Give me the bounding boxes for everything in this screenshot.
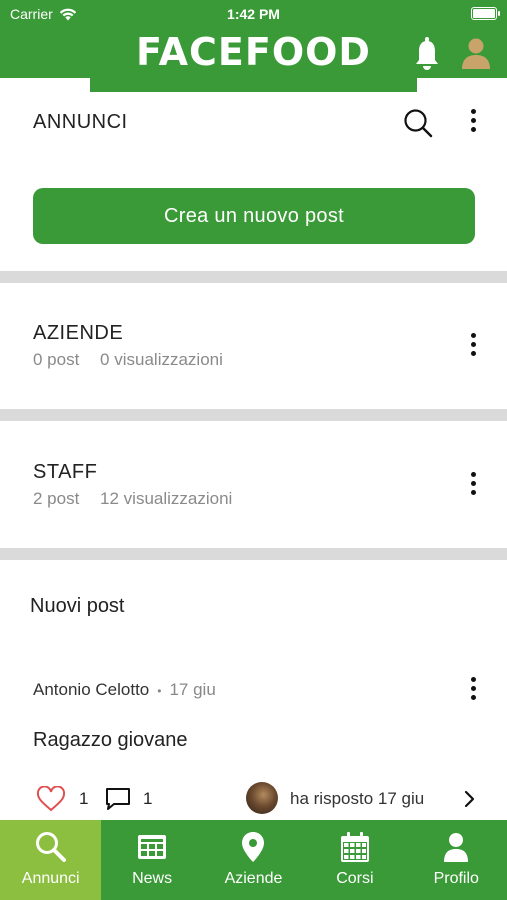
create-post-button[interactable]: Crea un nuovo post [33,188,475,244]
reply-text: ha risposto 17 giu [290,789,425,808]
view-count: 0 visualizzazioni [100,350,223,369]
app-header: Carrier 1:42 PM FACEFOOD [0,0,507,78]
section-divider [0,548,507,560]
post-count: 2 post [33,489,80,508]
avatar[interactable] [246,782,278,814]
post-date: 17 giu [169,680,216,699]
like-count: 1 [79,789,89,808]
heart-icon[interactable] [36,786,66,812]
tab-news[interactable]: News [101,820,202,900]
category-title-staff[interactable]: STAFF [33,461,97,484]
view-count: 12 visualizzazioni [100,489,233,508]
chevron-right-icon[interactable] [463,790,475,808]
post-count: 0 post [33,350,80,369]
tab-label: Aziende [224,870,283,887]
tab-annunci[interactable]: Annunci [0,820,102,900]
more-options-icon[interactable] [469,677,477,705]
tab-label: Annunci [21,870,80,887]
calendar-icon [340,832,369,862]
user-icon [444,833,469,862]
category-stats-aziende: 0 post 0 visualizzazioni [33,350,239,370]
section-title-new-posts: Nuovi post [30,595,125,617]
comment-count: 1 [143,789,153,808]
map-pin-icon [242,832,265,862]
tab-bar: Annunci News Aziende Corsi Profilo [0,820,507,900]
section-title-annunci: ANNUNCI [33,111,128,133]
header-accent-bar [90,78,417,92]
search-icon[interactable] [403,108,433,138]
comment-icon[interactable] [104,786,132,812]
more-options-icon[interactable] [469,472,477,500]
post-meta: Antonio Celotto • 17 giu [33,680,216,699]
more-options-icon[interactable] [469,109,477,137]
tab-aziende[interactable]: Aziende [203,820,304,900]
status-bar: Carrier 1:42 PM [0,0,507,28]
more-options-icon[interactable] [469,333,477,361]
profile-icon[interactable] [461,36,491,70]
post-author[interactable]: Antonio Celotto [33,680,149,699]
section-divider [0,271,507,283]
search-icon [35,832,66,862]
newspaper-icon [138,835,167,859]
category-stats-staff: 2 post 12 visualizzazioni [33,489,248,509]
tab-label: Profilo [433,870,479,887]
category-title-aziende[interactable]: AZIENDE [33,322,123,345]
tab-label: Corsi [336,870,374,887]
tab-profilo[interactable]: Profilo [406,820,507,900]
tab-label: News [132,870,173,887]
post-footer: 1 1 ha risposto 17 giu [0,782,507,816]
section-divider [0,409,507,421]
post-title[interactable]: Ragazzo giovane [33,729,188,752]
status-time: 1:42 PM [227,6,280,22]
battery-icon [471,7,500,20]
tab-corsi[interactable]: Corsi [304,820,405,900]
bell-icon[interactable] [414,36,440,72]
